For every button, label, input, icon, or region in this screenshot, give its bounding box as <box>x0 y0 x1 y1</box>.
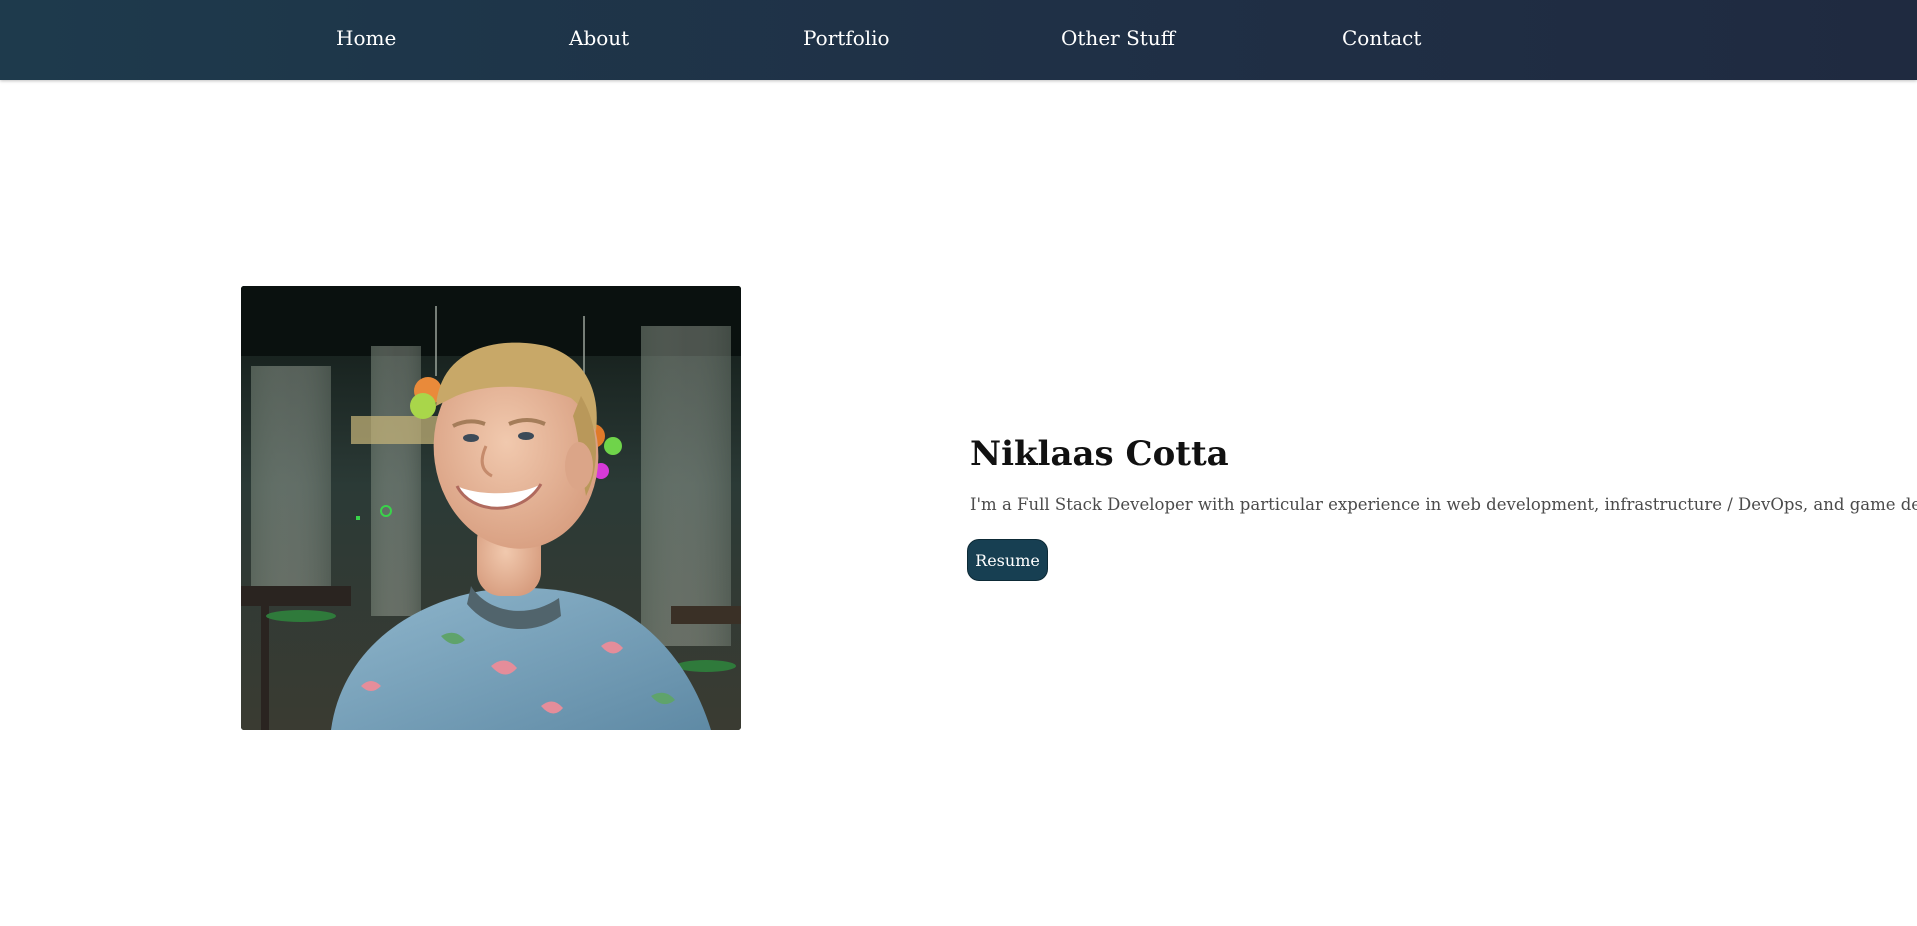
nav-portfolio-link[interactable]: Portfolio <box>803 0 890 76</box>
profile-photo <box>241 286 741 730</box>
nav-other-stuff-link[interactable]: Other Stuff <box>1061 0 1175 76</box>
hero-name-heading: Niklaas Cotta <box>970 434 1229 474</box>
nav-contact-link[interactable]: Contact <box>1342 0 1421 76</box>
hero-tagline: I'm a Full Stack Developer with particul… <box>970 495 1917 514</box>
nav-about-link[interactable]: About <box>569 0 629 76</box>
nav-home-link[interactable]: Home <box>336 0 396 76</box>
top-navbar: Home About Portfolio Other Stuff Contact <box>0 0 1917 80</box>
resume-button[interactable]: Resume <box>967 539 1048 581</box>
